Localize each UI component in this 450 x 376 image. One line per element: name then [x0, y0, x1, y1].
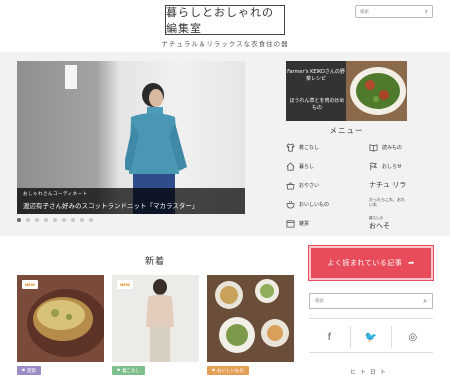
menu-label: 暮らし [299, 164, 315, 170]
promo-title: Farmer's KEIKOさんの野菜レシピ [287, 69, 345, 82]
tag-icon: ▪ [212, 368, 216, 373]
slider-dots [17, 218, 93, 222]
popular-articles-button[interactable]: よく読まれている記事 ➡ [308, 245, 434, 281]
hero-slide[interactable]: おしゃれさんコーディネート 渡辺有子さん好みのスコットランドニット「マカラスター… [17, 61, 245, 214]
slider-dot[interactable] [17, 218, 21, 222]
menu-label: おしらせ [382, 164, 402, 170]
menu-item-oheso[interactable]: 暮らしの おへそ [369, 216, 390, 231]
menu-item-natu-rira[interactable]: ナチュ リラ [369, 180, 406, 190]
facebook-icon[interactable]: f [309, 326, 350, 348]
box-icon [286, 219, 295, 228]
promo-text-panel: Farmer's KEIKOさんの野菜レシピ ほうれん草とを肉の炒めもの [286, 61, 346, 121]
shirt-icon [286, 143, 295, 152]
menu-item-living[interactable]: 暮らし [286, 162, 314, 171]
category-label: 雑貨 [27, 368, 37, 374]
menu-label: だったらこれ、おたいれ [369, 197, 406, 207]
slider-dot[interactable] [35, 218, 39, 222]
menu-label: おいしいもの [299, 202, 330, 208]
house-icon [286, 162, 295, 171]
category-label: 着こなし [122, 368, 141, 374]
menu-item-vegetables[interactable]: おやさい [286, 181, 319, 190]
recipe-dish-image [346, 61, 407, 121]
slider-dot[interactable] [62, 218, 66, 222]
menu-label: 着こなし [299, 145, 320, 151]
wall-lamp-decoration [65, 65, 77, 89]
menu-label: ナチュ リラ [369, 181, 407, 189]
slider-dot[interactable] [80, 218, 84, 222]
slider-dot[interactable] [89, 218, 93, 222]
hero-caption[interactable]: おしゃれさんコーディネート 渡辺有子さん好みのスコットランドニット「マカラスター… [17, 188, 245, 214]
slider-dot[interactable] [71, 218, 75, 222]
instagram-icon[interactable]: ◎ [391, 326, 433, 348]
header-search-placeholder: 検索 [360, 10, 369, 15]
new-tag: NEW [117, 280, 133, 289]
book-icon [369, 143, 378, 152]
article-card-food[interactable] [207, 275, 294, 362]
category-badge[interactable]: ▪ 雑貨 [17, 366, 42, 375]
flag-icon [369, 162, 378, 171]
menu-label: おへそ [369, 222, 390, 230]
new-tag: NEW [22, 280, 38, 289]
bowl-icon [286, 200, 295, 209]
divider [309, 352, 433, 353]
category-badge[interactable]: ▪ おいしいもの [207, 366, 250, 375]
menu-label: 雑貨 [299, 221, 310, 227]
sidebar-search-placeholder: 検索 [315, 299, 324, 304]
menu-item-fashion[interactable]: 着こなし [286, 143, 319, 152]
category-label: おいしいもの [217, 368, 245, 374]
article-card-fashion[interactable]: NEW [112, 275, 199, 362]
menu-item-osusume[interactable]: だったらこれ、おたいれ [369, 197, 409, 207]
category-badge[interactable]: ▪ 着こなし [112, 366, 146, 375]
tag-icon: ▪ [22, 368, 26, 373]
promo-subtitle: ほうれん草とを肉の炒めもの [289, 98, 345, 111]
site-logo[interactable]: 暮らしとおしゃれの編集室 [165, 5, 285, 35]
basket-icon [286, 181, 295, 190]
slider-dot[interactable] [44, 218, 48, 222]
article-card-bread[interactable]: NEW [17, 275, 104, 362]
menu-label: 読みもの [382, 145, 403, 151]
hero-caption-category: おしゃれさんコーディネート [23, 192, 88, 197]
menu-heading: メニュー [329, 126, 364, 135]
twitter-glyph: 🐦 [364, 331, 378, 343]
menu-item-reading[interactable]: 読みもの [369, 143, 402, 152]
divider [309, 318, 433, 319]
new-section-title: 新着 [144, 257, 165, 267]
promo-banner-recipe[interactable]: Farmer's KEIKOさんの野菜レシピ ほうれん草とを肉の炒めもの [286, 61, 407, 121]
facebook-glyph: f [327, 331, 332, 343]
popular-label: よく読まれている記事 [327, 259, 403, 267]
instagram-glyph: ◎ [408, 331, 418, 343]
site-tagline: ナチュラル＆リラックスな衣食住の器 [161, 40, 289, 48]
search-icon[interactable]: ⌕ [425, 8, 428, 16]
menu-item-goods[interactable]: 雑貨 [286, 219, 309, 228]
menu-item-food[interactable]: おいしいもの [286, 200, 329, 209]
food-photo [207, 275, 294, 362]
social-links: f 🐦 ◎ [309, 326, 433, 348]
menu-item-news[interactable]: おしらせ [369, 162, 402, 171]
menu-label: おやさい [299, 183, 320, 189]
slider-dot[interactable] [26, 218, 30, 222]
sidebar-search-input[interactable]: 検索 ⌕ [309, 293, 433, 309]
arrow-right-icon: ➡ [408, 259, 415, 267]
search-icon[interactable]: ⌕ [423, 297, 427, 306]
site-logo-text: 暮らしとおしゃれの編集室 [166, 6, 274, 35]
tag-icon: ▪ [117, 368, 121, 373]
hero-caption-title: 渡辺有子さん好みのスコットランドニット「マカラスター」 [23, 202, 199, 210]
twitter-icon[interactable]: 🐦 [349, 326, 392, 348]
header-search-input[interactable]: 検索 ⌕ [355, 5, 433, 18]
slider-dot[interactable] [53, 218, 57, 222]
